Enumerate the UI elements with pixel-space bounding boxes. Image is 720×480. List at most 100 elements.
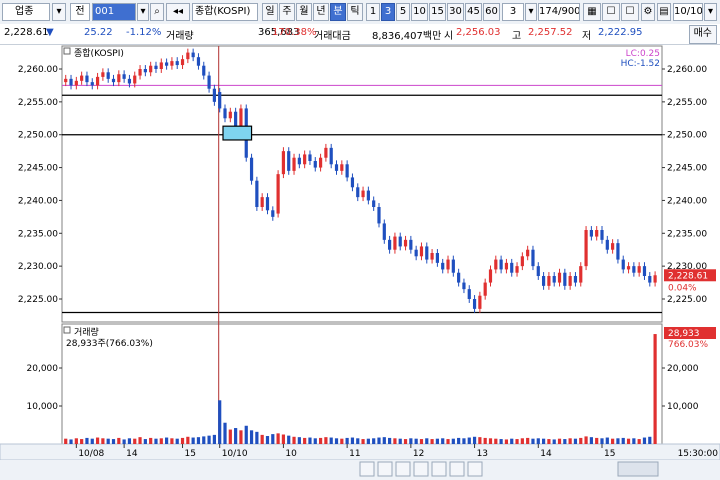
interval-10[interactable]: 10 (411, 3, 428, 21)
date-input[interactable]: 10/10 (673, 3, 703, 21)
candle-body (462, 282, 466, 290)
candle-body (111, 78, 116, 83)
candle-body (143, 69, 147, 73)
speaker-icon[interactable]: ◂◂ (166, 3, 190, 21)
x-tick-label: 13 (477, 449, 488, 459)
candle-body (170, 61, 174, 66)
volume-collapse-icon[interactable] (63, 326, 71, 334)
candle-body (563, 272, 567, 286)
scroll-stop-icon[interactable] (395, 461, 411, 477)
interval-1[interactable]: 1 (366, 3, 380, 21)
volume-bar (409, 438, 413, 444)
candle-body (74, 80, 78, 86)
open-label: 시 (444, 31, 454, 42)
candle-body (626, 266, 631, 270)
volume-bar (584, 436, 588, 444)
tab-tick[interactable]: 틱 (347, 3, 363, 21)
candle-body (149, 65, 153, 73)
chart-area[interactable]: 2,225.00 2,225.002,230.00 2,230.002,235.00… (0, 44, 720, 480)
interval-45[interactable]: 45 (465, 3, 482, 21)
volume-bar (313, 438, 317, 444)
grid-icon[interactable]: ▦ (583, 3, 601, 21)
scroll-end-icon[interactable] (431, 461, 447, 477)
count-dropdown-icon[interactable]: ▾ (525, 3, 537, 21)
low-label: 저 (582, 31, 592, 42)
panel-collapse-icon[interactable] (63, 47, 71, 55)
code-input[interactable]: 001 (92, 3, 136, 21)
interval-15[interactable]: 15 (429, 3, 446, 21)
candle-body (239, 108, 243, 129)
volume-bar (228, 429, 232, 444)
x-tick-label: 15 (185, 449, 196, 459)
volume-bar (271, 434, 275, 444)
volume-bar (568, 438, 572, 444)
volume-bar (621, 437, 625, 444)
tab-day[interactable]: 일 (262, 3, 278, 21)
volume-bar (377, 437, 381, 444)
scroll-start-icon[interactable] (359, 461, 375, 477)
dropdown-icon[interactable]: ▾ (52, 3, 66, 21)
volume-bar (255, 431, 259, 444)
candle-body (488, 269, 493, 283)
price-panel (61, 45, 663, 323)
candle-body (451, 259, 455, 273)
zoom-in-icon[interactable] (467, 461, 483, 477)
volume-bar (170, 438, 174, 444)
candle-body (536, 266, 540, 276)
calendar-icon[interactable]: ▤ (657, 3, 671, 21)
vol-tick-label-right: 10,000 (667, 402, 699, 412)
volume-bar (600, 438, 604, 444)
market-select[interactable]: 업종 (2, 3, 50, 21)
count-select[interactable]: 3 (502, 3, 524, 21)
candle-body (515, 266, 519, 273)
volume-bar (165, 437, 169, 444)
volume-bar (494, 438, 498, 444)
search-icon[interactable]: ⌕ (150, 3, 164, 21)
candle-body (249, 157, 254, 181)
x-tick-label: 10/10 (222, 449, 248, 459)
candle-body (446, 259, 450, 270)
zoom-out-icon[interactable] (449, 461, 465, 477)
checkbox-icon-2[interactable]: ☐ (621, 3, 639, 21)
volume-bar (536, 438, 540, 444)
candle-body (541, 276, 546, 286)
tab-year[interactable]: 년 (313, 3, 329, 21)
candle-body (573, 276, 578, 283)
candle-body (632, 266, 636, 273)
volume-bar (372, 438, 376, 444)
candle-body (308, 154, 312, 161)
candle-body (356, 187, 360, 198)
scroll-left-icon[interactable] (377, 461, 393, 477)
interval-3[interactable]: 3 (381, 3, 395, 21)
code-dropdown-icon[interactable]: ▾ (137, 3, 149, 21)
time-label: 15:30:00 (678, 449, 719, 459)
x-tick-label: 14 (126, 449, 138, 459)
scroll-thumb[interactable] (617, 461, 659, 477)
interval-30[interactable]: 30 (447, 3, 464, 21)
candle-body (297, 157, 301, 165)
x-tick-label: 10 (285, 449, 297, 459)
candle-body (531, 249, 535, 267)
volume-bar (196, 437, 201, 444)
bar-count[interactable]: 174/900 (538, 3, 580, 21)
volume-bar (218, 400, 222, 444)
candle-body (255, 180, 259, 207)
scroll-right-icon[interactable] (413, 461, 429, 477)
candle-body (276, 174, 280, 214)
volume-bar (472, 436, 477, 444)
order-button[interactable]: 매수 (688, 25, 717, 44)
volume-bar (281, 434, 286, 444)
volume-bar (388, 437, 392, 444)
date-dropdown-icon[interactable]: ▾ (704, 3, 717, 21)
candle-body (260, 197, 264, 207)
volume-bar (133, 438, 137, 444)
settings-icon[interactable]: ⚙ (641, 3, 655, 21)
checkbox-icon[interactable]: ☐ (602, 3, 620, 21)
interval-60[interactable]: 60 (483, 3, 500, 21)
tab-month[interactable]: 월 (296, 3, 312, 21)
interval-5[interactable]: 5 (396, 3, 410, 21)
tab-week[interactable]: 주 (279, 3, 295, 21)
candle-body (393, 236, 397, 250)
tab-minute[interactable]: 분 (330, 3, 346, 21)
candle-body (435, 253, 439, 263)
